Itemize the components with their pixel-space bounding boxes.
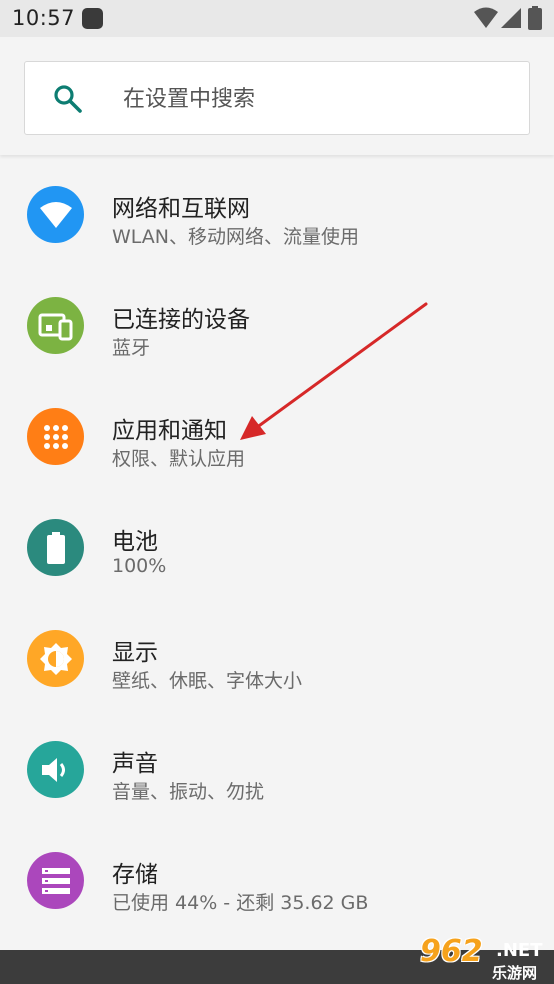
status-time: 10:57: [12, 6, 76, 30]
storage-icon: [27, 852, 84, 909]
search-input[interactable]: [123, 82, 513, 116]
settings-item-title: 存储: [112, 862, 158, 888]
status-bar: 10:57: [0, 0, 554, 37]
settings-item-network[interactable]: 网络和互联网 WLAN、移动网络、流量使用: [0, 157, 554, 268]
settings-item-title: 网络和互联网: [112, 196, 250, 222]
settings-item-title: 声音: [112, 751, 158, 777]
brightness-icon: [27, 630, 84, 687]
settings-item-battery[interactable]: 电池 100%: [0, 490, 554, 601]
battery-icon: [27, 519, 84, 576]
volume-icon: [27, 741, 84, 798]
settings-item-display[interactable]: 显示 壁纸、休眠、字体大小: [0, 601, 554, 712]
watermark-brand: 962: [420, 934, 483, 969]
battery-status-icon: [528, 6, 542, 30]
watermark-subtitle: 乐游网: [492, 964, 538, 982]
settings-item-storage[interactable]: 存储 已使用 44% - 还剩 35.62 GB: [0, 823, 554, 934]
annotation-arrow-icon: [240, 302, 428, 440]
settings-list: 网络和互联网 WLAN、移动网络、流量使用 已连接的设备 蓝牙 应用和通知 权限…: [0, 157, 554, 934]
settings-item-subtitle: 100%: [112, 555, 167, 577]
search-icon[interactable]: [53, 84, 83, 114]
watermark-logo: 962 .NET 乐游网: [414, 934, 550, 982]
wifi-status-icon: [474, 7, 498, 28]
watermark-domain: .NET: [496, 940, 543, 961]
settings-item-sound[interactable]: 声音 音量、振动、勿扰: [0, 712, 554, 823]
settings-item-subtitle: WLAN、移动网络、流量使用: [112, 226, 360, 248]
settings-item-subtitle: 音量、振动、勿扰: [112, 781, 265, 803]
search-area: [0, 37, 554, 155]
settings-item-title: 电池: [112, 529, 158, 555]
settings-item-subtitle: 蓝牙: [112, 337, 151, 359]
signal-status-icon: [501, 8, 521, 28]
search-bar[interactable]: [24, 61, 530, 135]
wifi-icon: [27, 186, 84, 243]
settings-item-title: 应用和通知: [112, 418, 227, 444]
settings-item-subtitle: 权限、默认应用: [112, 448, 246, 470]
apps-grid-icon: [27, 408, 84, 465]
settings-item-title: 显示: [112, 640, 158, 666]
devices-icon: [27, 297, 84, 354]
settings-item-subtitle: 已使用 44% - 还剩 35.62 GB: [112, 892, 369, 914]
notification-icon: [82, 8, 103, 29]
settings-item-subtitle: 壁纸、休眠、字体大小: [112, 670, 303, 692]
